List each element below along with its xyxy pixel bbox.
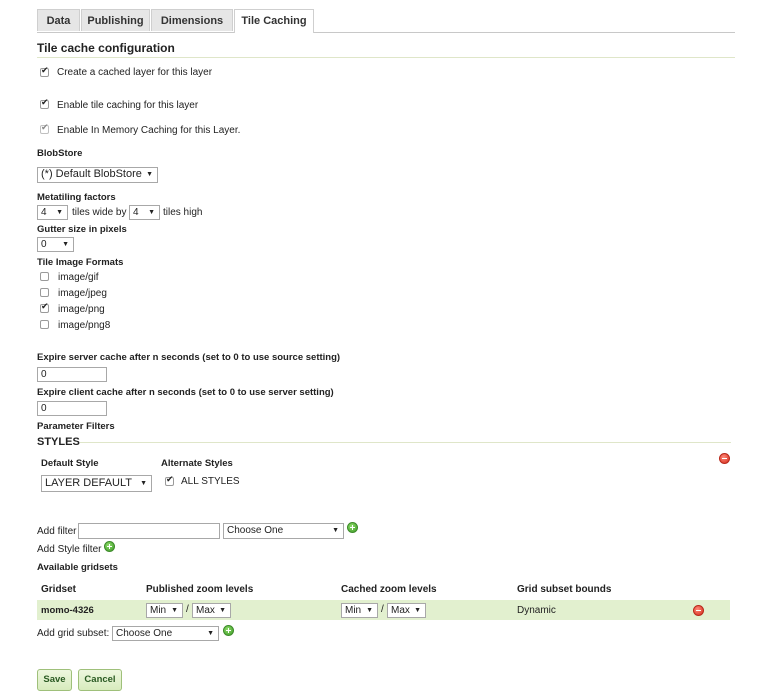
- gutter-select[interactable]: 0 ▼: [37, 237, 74, 252]
- default-style-select[interactable]: LAYER DEFAULT ▼: [41, 475, 152, 492]
- metatiling-high-value: 4: [133, 207, 139, 218]
- gridset-header: Gridset: [41, 584, 77, 595]
- add-filter-input[interactable]: [78, 523, 220, 539]
- cached-separator: /: [381, 604, 384, 615]
- save-button-label: Save: [43, 674, 66, 685]
- tab-data-label: Data: [46, 15, 71, 27]
- enable-tile-caching-label: Enable tile caching for this layer: [57, 100, 199, 111]
- grid-bounds-value: Dynamic: [517, 605, 556, 616]
- add-filter-select[interactable]: Choose One ▼: [223, 523, 344, 539]
- metatiling-label: Metatiling factors: [37, 192, 116, 203]
- metatiling-high-select[interactable]: 4 ▼: [129, 205, 160, 220]
- parameter-filters-label: Parameter Filters: [37, 421, 115, 432]
- default-style-value: LAYER DEFAULT: [45, 477, 133, 489]
- section-title: Tile cache configuration: [37, 41, 175, 55]
- chevron-down-icon: ▼: [62, 241, 69, 248]
- tab-publishing-label: Publishing: [87, 15, 144, 27]
- cached-max-select[interactable]: Max ▼: [387, 603, 426, 618]
- default-style-label: Default Style: [41, 458, 99, 469]
- remove-gridset-icon[interactable]: [693, 605, 704, 616]
- cancel-button[interactable]: Cancel: [78, 669, 122, 691]
- tab-dimensions[interactable]: Dimensions: [151, 9, 233, 31]
- add-style-filter-icon[interactable]: [104, 541, 115, 552]
- add-grid-subset-value: Choose One: [116, 628, 173, 639]
- published-min-select[interactable]: Min ▼: [146, 603, 183, 618]
- tab-tile-caching[interactable]: Tile Caching: [234, 9, 314, 33]
- blobstore-select[interactable]: (*) Default BlobStore ▼: [37, 167, 158, 183]
- metatiling-high-text: tiles high: [163, 207, 203, 218]
- published-separator: /: [186, 604, 189, 615]
- styles-divider: [80, 442, 731, 443]
- metatiling-wide-value: 4: [41, 207, 47, 218]
- chevron-down-icon: ▼: [366, 607, 373, 614]
- chevron-down-icon: ▼: [207, 630, 214, 637]
- enable-in-memory-label: Enable In Memory Caching for this Layer.: [57, 125, 241, 136]
- enable-in-memory-checkbox[interactable]: [40, 123, 49, 134]
- format-png-label: image/png: [58, 304, 105, 315]
- gridset-name: momo-4326: [41, 605, 94, 616]
- gutter-label: Gutter size in pixels: [37, 224, 127, 235]
- add-grid-subset-select[interactable]: Choose One ▼: [112, 626, 219, 641]
- chevron-down-icon: ▼: [171, 607, 178, 614]
- styles-title: STYLES: [37, 436, 80, 448]
- cancel-button-label: Cancel: [84, 674, 116, 685]
- expire-client-label: Expire client cache after n seconds (set…: [37, 387, 334, 398]
- published-max-select[interactable]: Max ▼: [192, 603, 231, 618]
- format-png8-label: image/png8: [58, 320, 111, 331]
- add-grid-subset-label: Add grid subset:: [37, 628, 110, 639]
- cached-max-value: Max: [391, 605, 410, 616]
- format-gif-checkbox[interactable]: [40, 272, 49, 281]
- blobstore-value: (*) Default BlobStore: [41, 168, 142, 180]
- tab-tile-caching-label: Tile Caching: [241, 15, 307, 27]
- remove-style-filter-icon[interactable]: [719, 453, 730, 464]
- enable-tile-caching-checkbox[interactable]: [40, 98, 49, 109]
- cached-min-select[interactable]: Min ▼: [341, 603, 378, 618]
- add-filter-choose-value: Choose One: [227, 525, 284, 536]
- format-jpeg-checkbox[interactable]: [40, 288, 49, 297]
- chevron-down-icon: ▼: [140, 480, 147, 487]
- gutter-value: 0: [41, 239, 47, 250]
- metatiling-wide-text: tiles wide by: [72, 207, 127, 218]
- tile-formats-label: Tile Image Formats: [37, 257, 124, 268]
- chevron-down-icon: ▼: [146, 171, 153, 178]
- add-filter-label: Add filter: [37, 526, 77, 537]
- expire-client-input[interactable]: 0: [37, 401, 107, 416]
- blobstore-label: BlobStore: [37, 148, 83, 159]
- cached-min-value: Min: [345, 605, 362, 616]
- metatiling-wide-select[interactable]: 4 ▼: [37, 205, 68, 220]
- section-divider: [37, 57, 735, 58]
- cached-zoom-header: Cached zoom levels: [341, 584, 437, 595]
- create-cached-layer-label: Create a cached layer for this layer: [57, 67, 213, 78]
- expire-server-label: Expire server cache after n seconds (set…: [37, 352, 341, 363]
- expire-client-value: 0: [41, 403, 47, 414]
- all-styles-checkbox[interactable]: [165, 475, 174, 486]
- format-png8-checkbox[interactable]: [40, 320, 49, 329]
- published-max-value: Max: [196, 605, 215, 616]
- expire-server-value: 0: [41, 369, 47, 380]
- save-button[interactable]: Save: [37, 669, 72, 691]
- format-png-checkbox[interactable]: [40, 302, 49, 313]
- add-grid-subset-icon[interactable]: [223, 625, 234, 636]
- grid-bounds-header: Grid subset bounds: [517, 584, 612, 595]
- chevron-down-icon: ▼: [332, 527, 339, 534]
- add-filter-icon[interactable]: [347, 522, 358, 533]
- tab-data[interactable]: Data: [37, 9, 80, 31]
- chevron-down-icon: ▼: [56, 209, 63, 216]
- published-min-value: Min: [150, 605, 167, 616]
- add-style-filter-label: Add Style filter: [37, 544, 102, 555]
- format-gif-label: image/gif: [58, 272, 99, 283]
- expire-server-input[interactable]: 0: [37, 367, 107, 382]
- chevron-down-icon: ▼: [219, 607, 226, 614]
- tab-dimensions-label: Dimensions: [160, 15, 224, 27]
- published-zoom-header: Published zoom levels: [146, 584, 254, 595]
- tab-publishing[interactable]: Publishing: [81, 9, 150, 31]
- alternate-styles-label: Alternate Styles: [161, 458, 233, 469]
- all-styles-label: ALL STYLES: [181, 476, 240, 487]
- chevron-down-icon: ▼: [414, 607, 421, 614]
- tab-bar: Data Publishing Dimensions Tile Caching: [37, 9, 735, 33]
- create-cached-layer-checkbox[interactable]: [40, 66, 49, 77]
- format-jpeg-label: image/jpeg: [58, 288, 107, 299]
- gridsets-title: Available gridsets: [37, 562, 118, 573]
- chevron-down-icon: ▼: [148, 209, 155, 216]
